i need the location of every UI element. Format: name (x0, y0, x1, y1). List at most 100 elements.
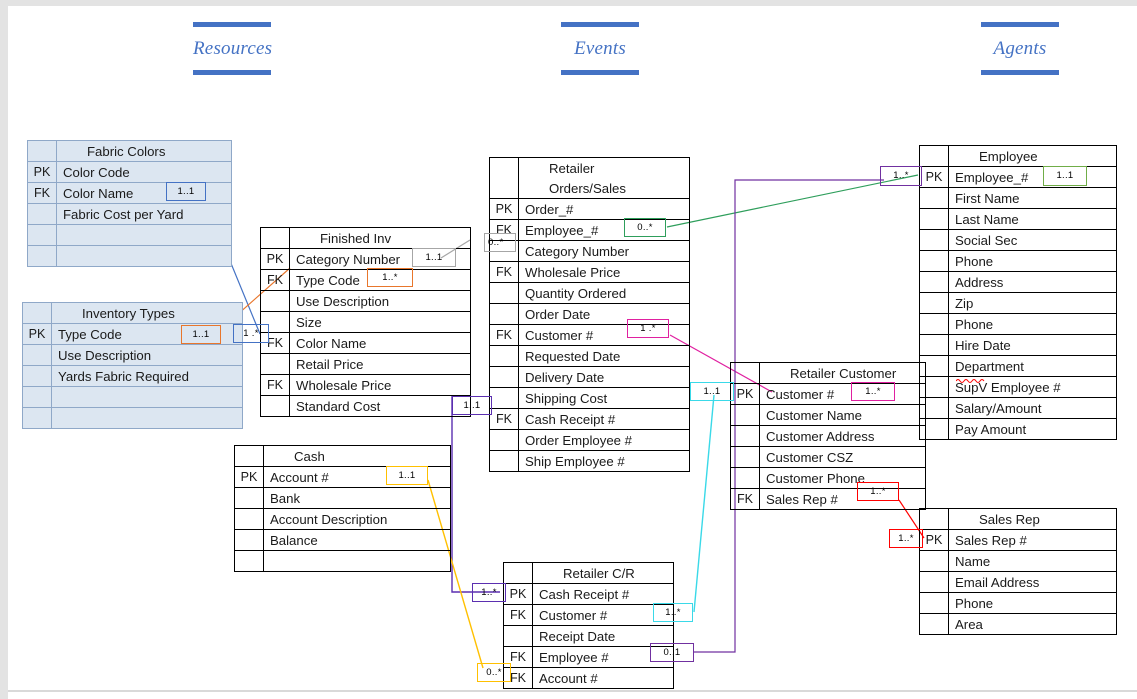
entity-title: Retailer Customer (759, 362, 926, 384)
table-row (27, 224, 232, 246)
cardinality-employee-pk: 1..1 (1043, 166, 1087, 186)
table-row: Email Address (919, 571, 1117, 593)
cardinality-label: 1..* (865, 385, 881, 397)
cardinality-label: 1..1 (398, 469, 416, 481)
attr-key: FK (260, 269, 290, 291)
entity-retailer-orders-sales: Retailer Orders/Sales PK Order_# FK Empl… (489, 157, 690, 472)
key-cell (234, 445, 264, 467)
page-edge-left (0, 0, 8, 699)
attr-name: First Name (948, 187, 1117, 209)
attr-key: PK (503, 583, 533, 605)
attr-name: Order Employee # (518, 429, 690, 451)
table-row: Phone (919, 250, 1117, 272)
er-diagram-canvas: Resources Events Agents Fabric Colors PK… (0, 0, 1137, 699)
attr-key (919, 397, 949, 419)
cardinality-label: 0..* (488, 236, 504, 248)
table-row: Quantity Ordered (489, 282, 690, 304)
attr-name: Pay Amount (948, 418, 1117, 440)
attr-name: Customer CSZ (759, 446, 926, 468)
attr-name: Customer Phone (759, 467, 926, 489)
section-title-events: Events (574, 38, 626, 59)
cardinality-label: 1..* (665, 606, 681, 618)
cardinality-label: 1..1 (425, 251, 443, 263)
attr-name: Salary/Amount (948, 397, 1117, 419)
entity-title-row: Inventory Types (22, 302, 243, 324)
attr-key (919, 208, 949, 230)
table-row: FK Wholesale Price (489, 261, 690, 283)
cardinality-label: 1..* (870, 485, 886, 497)
table-row: Requested Date (489, 345, 690, 367)
attr-key (27, 224, 57, 246)
attr-key (22, 365, 52, 387)
cardinality-orders-customer: 1 .* (627, 319, 669, 338)
attr-key (489, 450, 519, 472)
attr-key (919, 250, 949, 272)
attr-name: Sales Rep # (948, 529, 1117, 551)
table-row: FK Cash Receipt # (489, 408, 690, 430)
entity-title-row2: Orders/Sales (489, 178, 690, 199)
cardinality-label: 1..1 (177, 185, 195, 197)
attr-name: Bank (263, 487, 451, 509)
table-row: Phone (919, 592, 1117, 614)
attr-key: FK (489, 324, 519, 346)
table-row: Customer CSZ (730, 446, 926, 468)
cardinality-customer-pk: 1..* (851, 382, 895, 401)
key-cell (260, 227, 290, 249)
attr-name: Quantity Ordered (518, 282, 690, 304)
key-cell (503, 562, 533, 584)
section-title-resources: Resources (193, 38, 273, 59)
table-row: Use Description (260, 290, 471, 312)
table-row: FK Wholesale Price (260, 374, 471, 396)
attr-key (489, 366, 519, 388)
attr-name: Delivery Date (518, 366, 690, 388)
table-row: Yards Fabric Required (22, 365, 243, 387)
attr-name: Retail Price (289, 353, 471, 375)
attr-key (22, 344, 52, 366)
entity-employee: Employee PK Employee_# First Name Last N… (919, 145, 1117, 440)
cardinality-label: 0..* (486, 666, 502, 678)
cardinality-finished-color-name: 1 .* (233, 324, 269, 343)
table-row: Zip (919, 292, 1117, 314)
attr-key (489, 303, 519, 325)
cardinality-label: 1..* (893, 170, 909, 182)
entity-title-row: Employee (919, 145, 1117, 167)
entity-title-line1: Retailer (518, 157, 690, 178)
entity-inventory-types: Inventory Types PK Type Code Use Descrip… (22, 302, 243, 429)
attr-key (234, 550, 264, 572)
table-row: PK Cash Receipt # (503, 583, 674, 605)
attr-key: PK (489, 198, 519, 220)
cardinality-finished-category-number: 1..1 (412, 248, 456, 267)
table-row: Receipt Date (503, 625, 674, 647)
attr-key: FK (489, 408, 519, 430)
cardinality-label: 1..* (382, 271, 398, 283)
attr-key (260, 290, 290, 312)
cardinality-cr-customer: 1..* (653, 603, 693, 622)
table-row: Name (919, 550, 1117, 572)
attr-key (919, 187, 949, 209)
entity-title: Cash (263, 445, 451, 467)
section-header-agents: Agents (981, 22, 1059, 75)
cardinality-sales-rep-pk: 1..* (889, 529, 923, 548)
attr-key (260, 395, 290, 417)
attr-name: Use Description (289, 290, 471, 312)
attr-name: Last Name (948, 208, 1117, 230)
attr-name: Wholesale Price (289, 374, 471, 396)
cardinality-customer-cyan: 1..1 (690, 382, 734, 401)
cardinality-orders-cash-receipt: 1..1 (452, 396, 492, 415)
attr-name: Account Description (263, 508, 451, 530)
attr-key (919, 334, 949, 356)
attr-key (27, 203, 57, 225)
cardinality-orders-category-number: 0..* (484, 233, 516, 252)
table-row (22, 386, 243, 408)
attr-key (919, 592, 949, 614)
entity-title-line2: Orders/Sales (518, 178, 690, 199)
attr-name: Use Description (51, 344, 243, 366)
table-row: FK Customer # (503, 604, 674, 626)
section-header-events: Events (561, 22, 639, 75)
attr-key (489, 387, 519, 409)
table-row: Use Description (22, 344, 243, 366)
attr-name (56, 245, 232, 267)
entity-retailer-cr: Retailer C/R PK Cash Receipt # FK Custom… (503, 562, 674, 689)
attr-key (730, 446, 760, 468)
entity-title-row: Sales Rep (919, 508, 1117, 530)
